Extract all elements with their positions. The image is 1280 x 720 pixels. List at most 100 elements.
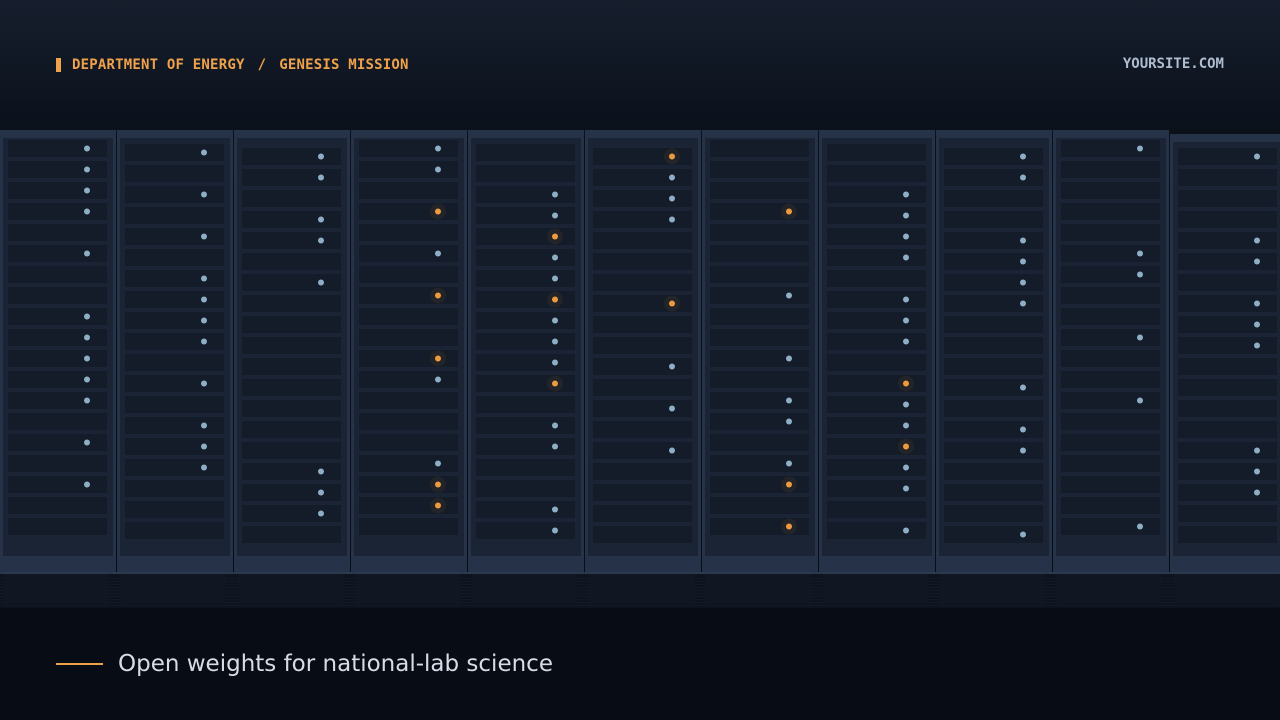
rack-slot	[593, 400, 692, 417]
rack-slot	[593, 211, 692, 228]
rack-slot	[593, 232, 692, 249]
rack-slot	[242, 253, 341, 270]
rack-slot	[1178, 211, 1277, 228]
status-led-icon	[552, 296, 558, 303]
status-led-icon	[1020, 237, 1026, 244]
rack-slot	[242, 274, 341, 291]
rack-slot	[125, 459, 224, 476]
status-led-icon	[669, 195, 675, 202]
rack-slot	[944, 337, 1043, 354]
rack-slot	[476, 186, 575, 203]
rack-slot	[710, 266, 809, 283]
status-led-icon	[903, 380, 909, 387]
rack-slot	[1061, 497, 1160, 514]
rack-slot	[359, 308, 458, 325]
rack-slot	[242, 169, 341, 186]
rack-slot	[944, 505, 1043, 522]
status-led-icon	[903, 317, 909, 324]
status-led-icon	[552, 443, 558, 450]
status-led-icon	[201, 275, 207, 282]
status-led-icon	[84, 250, 90, 257]
rack-slot	[1178, 148, 1277, 165]
rack-slot	[710, 161, 809, 178]
rack-slot	[1061, 203, 1160, 220]
rack-slot	[476, 270, 575, 287]
status-led-icon	[84, 397, 90, 404]
rack-body	[354, 138, 464, 556]
status-led-icon	[903, 233, 909, 240]
status-led-icon	[318, 216, 324, 223]
rack-slot	[359, 371, 458, 388]
rack-slot	[8, 518, 107, 535]
rack-slot	[944, 274, 1043, 291]
rack-slot	[8, 413, 107, 430]
rack-slot	[359, 413, 458, 430]
status-led-icon	[201, 443, 207, 450]
rack-slot	[242, 442, 341, 459]
status-led-icon	[669, 153, 675, 160]
status-led-icon	[786, 355, 792, 362]
rack-slot	[944, 484, 1043, 501]
rack-slot	[827, 165, 926, 182]
rack-slot	[125, 249, 224, 266]
status-led-icon	[1254, 321, 1260, 328]
status-led-icon	[552, 191, 558, 198]
rack-slot	[710, 182, 809, 199]
rack-slot	[944, 379, 1043, 396]
status-led-icon	[84, 208, 90, 215]
status-led-icon	[201, 338, 207, 345]
rack-slot	[593, 316, 692, 333]
rack-slot	[242, 526, 341, 543]
rack-slot	[476, 480, 575, 497]
status-led-icon	[1020, 174, 1026, 181]
rack-slot	[1178, 484, 1277, 501]
rack-slot	[242, 400, 341, 417]
rack-slot	[8, 476, 107, 493]
rack-slot	[944, 295, 1043, 312]
rack-slot	[1061, 413, 1160, 430]
rack-slot	[593, 484, 692, 501]
horizontal-rule-icon	[56, 663, 103, 665]
rack-slot	[593, 358, 692, 375]
status-led-icon	[786, 397, 792, 404]
status-led-icon	[903, 296, 909, 303]
rack-slot	[125, 291, 224, 308]
status-led-icon	[552, 506, 558, 513]
status-led-icon	[435, 376, 441, 383]
status-led-icon	[1254, 489, 1260, 496]
status-led-icon	[435, 460, 441, 467]
rack-slot	[827, 228, 926, 245]
rack-slot	[593, 337, 692, 354]
status-led-icon	[786, 292, 792, 299]
status-led-icon	[552, 422, 558, 429]
rack-slot	[125, 207, 224, 224]
status-led-icon	[201, 464, 207, 471]
rack-slot	[125, 480, 224, 497]
rack-slot	[8, 434, 107, 451]
status-led-icon	[435, 166, 441, 173]
status-led-icon	[1254, 447, 1260, 454]
rack-slot	[827, 186, 926, 203]
rack-slot	[593, 274, 692, 291]
status-led-icon	[84, 313, 90, 320]
status-led-icon	[1020, 153, 1026, 160]
rack-slot	[1178, 232, 1277, 249]
rack-base	[472, 574, 577, 604]
rack-slot	[1178, 526, 1277, 543]
rack-body	[1056, 138, 1166, 556]
status-led-icon	[1137, 523, 1143, 530]
rack-slot	[242, 337, 341, 354]
rack-slot	[8, 245, 107, 262]
rack-slot	[476, 144, 575, 161]
status-led-icon	[1137, 145, 1143, 152]
status-led-icon	[201, 191, 207, 198]
rack-slot	[476, 312, 575, 329]
rack-base	[589, 574, 694, 604]
rack-slot	[710, 350, 809, 367]
rack-slot	[827, 501, 926, 518]
status-led-icon	[1137, 250, 1143, 257]
rack-slot	[125, 375, 224, 392]
rack-slot	[359, 392, 458, 409]
rack-base	[121, 574, 226, 604]
rack-slot	[8, 329, 107, 346]
